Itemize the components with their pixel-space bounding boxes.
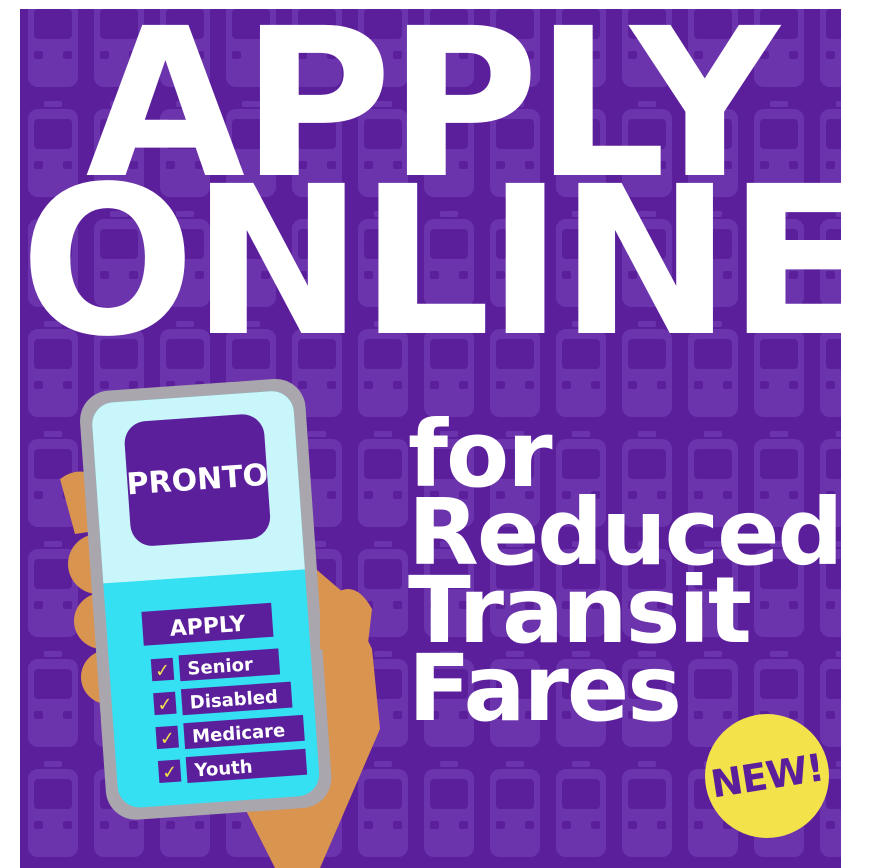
checklist-item-youth: Youth (193, 756, 253, 781)
apply-label: APPLY (169, 612, 247, 642)
frame-border: APPLY ONLINE for Reduced Transit Fares N… (0, 0, 869, 868)
poster: APPLY ONLINE for Reduced Transit Fares N… (20, 9, 841, 868)
check-icon: ✓ (157, 694, 174, 716)
check-icon: ✓ (154, 660, 171, 682)
hand-holding-phone-illustration: PRONTO APPLY ✓ Senior ✓ Disabled ✓ Medic… (60, 378, 380, 868)
check-icon: ✓ (161, 762, 178, 784)
check-icon: ✓ (159, 728, 176, 750)
